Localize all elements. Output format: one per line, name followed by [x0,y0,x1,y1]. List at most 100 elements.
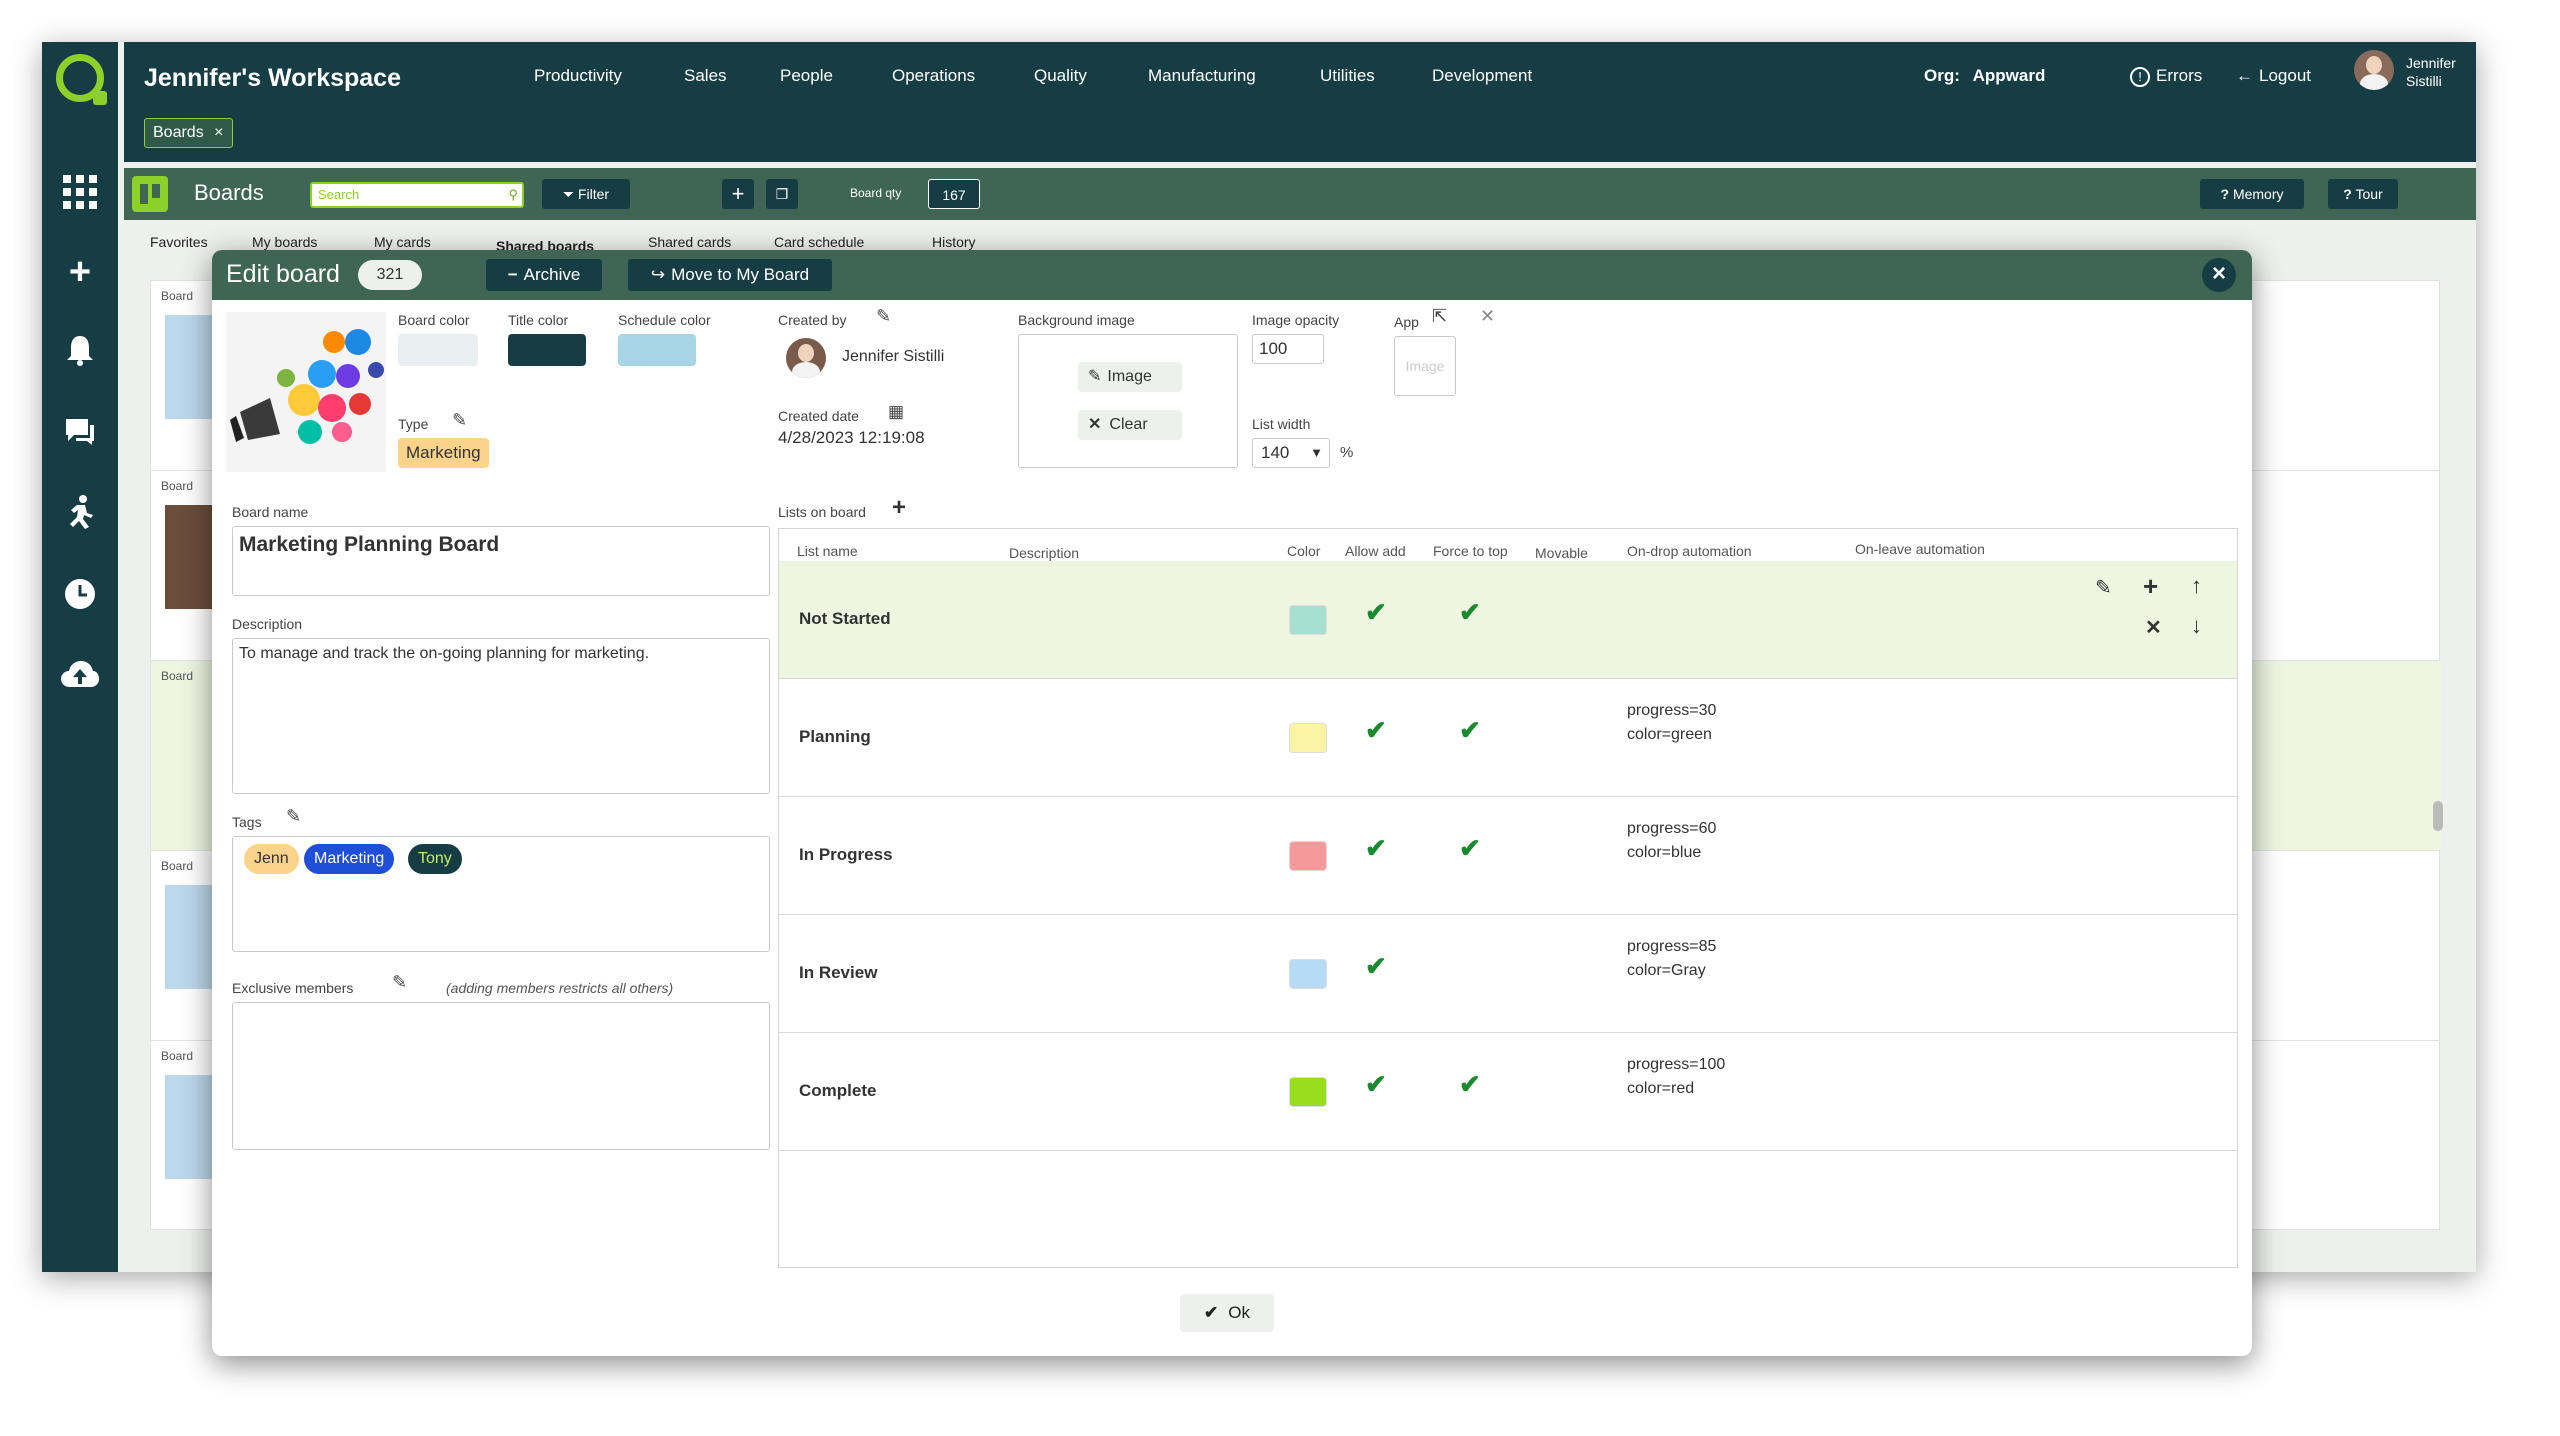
search-placeholder: Search [318,187,360,202]
user-name[interactable]: Jennifer Sistilli [2406,54,2456,90]
tab-my-cards[interactable]: My cards [374,234,431,250]
apps-grid-icon[interactable] [60,172,100,212]
errors-link[interactable]: ! Errors [2130,66,2202,87]
search-input[interactable]: Search ⚲ [310,182,524,208]
clear-button[interactable]: ✕ Clear [1078,410,1182,440]
pencil-icon[interactable]: ✎ [392,972,407,993]
x-icon[interactable]: ✕ [1480,306,1495,327]
info-circle-icon: ! [2130,67,2150,87]
user-last-name: Sistilli [2406,73,2442,89]
pencil-icon[interactable]: ✎ [2095,575,2112,600]
tab-shared-cards[interactable]: Shared cards [648,234,731,250]
board-color-swatch[interactable] [398,334,478,366]
table-row[interactable]: In Progress ✔ ✔ progress=60 color=blue [779,797,2237,915]
move-to-my-board-button[interactable]: ↪ Move to My Board [628,259,832,291]
allow-add-check-icon[interactable]: ✔ [1365,833,1387,864]
boards-tab-chip[interactable]: Boards × [144,118,233,148]
bell-icon[interactable] [60,330,100,370]
user-avatar[interactable] [2354,50,2394,90]
add-board-button[interactable]: + [722,179,754,209]
tag-chip[interactable]: Marketing [304,844,395,874]
ok-button[interactable]: ✔ Ok [1180,1294,1274,1332]
menu-development[interactable]: Development [1432,66,1532,86]
tab-my-boards[interactable]: My boards [252,234,317,250]
list-name: Complete [799,1081,877,1100]
errors-label: Errors [2156,66,2203,85]
type-value[interactable]: Marketing [398,438,489,468]
list-color-swatch[interactable] [1289,723,1327,753]
tag-chip[interactable]: Jenn [244,844,299,874]
scrollbar-thumb[interactable] [2433,801,2443,831]
tab-card-schedule[interactable]: Card schedule [774,234,864,250]
arrow-up-icon[interactable]: ↑ [2191,573,2202,599]
memory-button[interactable]: ? Memory [2200,179,2304,209]
list-color-swatch[interactable] [1289,841,1327,871]
pencil-icon[interactable]: ✎ [452,410,467,431]
table-row[interactable]: In Review ✔ progress=85 color=Gray [779,915,2237,1033]
arrow-down-icon[interactable]: ↓ [2191,613,2202,639]
pencil-icon[interactable]: ✎ [286,806,301,827]
list-name: Not Started [799,609,891,628]
menu-manufacturing[interactable]: Manufacturing [1148,66,1256,86]
menu-operations[interactable]: Operations [892,66,975,86]
menu-productivity[interactable]: Productivity [534,66,622,86]
plus-icon[interactable]: + [60,251,100,293]
menu-people[interactable]: People [780,66,833,86]
description-textarea[interactable]: To manage and track the on-going plannin… [232,638,770,794]
running-person-icon[interactable] [60,492,100,532]
copy-board-button[interactable]: ❐ [766,179,798,209]
force-top-check-icon[interactable]: ✔ [1459,597,1481,628]
force-top-check-icon[interactable]: ✔ [1459,715,1481,746]
menu-utilities[interactable]: Utilities [1320,66,1375,86]
board-image[interactable] [226,312,386,472]
table-row[interactable]: Complete ✔ ✔ progress=100 color=red [779,1033,2237,1151]
list-width-select[interactable]: 140 ▼ [1252,438,1330,468]
clock-icon[interactable] [60,574,100,614]
image-button[interactable]: ✎ Image [1078,362,1182,392]
boards-title: Boards [194,180,264,205]
app-image-box[interactable]: Image [1394,336,1456,396]
archive-button[interactable]: − Archive [486,259,602,291]
allow-add-check-icon[interactable]: ✔ [1365,597,1387,628]
chat-icon[interactable] [60,412,100,452]
cloud-upload-icon[interactable] [60,654,100,694]
schedule-color-swatch[interactable] [618,334,696,366]
type-label: Type [398,416,429,432]
list-color-swatch[interactable] [1289,1077,1327,1107]
tag-chip[interactable]: Tony [408,844,462,874]
list-color-swatch[interactable] [1289,605,1327,635]
exclusive-members-box[interactable] [232,1002,770,1150]
menu-quality[interactable]: Quality [1034,66,1087,86]
percent-label: % [1340,444,1354,461]
appward-logo-icon[interactable] [56,54,107,105]
board-name-input[interactable]: Marketing Planning Board [232,526,770,596]
external-link-icon[interactable]: ⇱ [1432,306,1447,327]
allow-add-check-icon[interactable]: ✔ [1365,951,1387,982]
force-top-check-icon[interactable]: ✔ [1459,1069,1481,1100]
list-color-swatch[interactable] [1289,959,1327,989]
add-list-button[interactable]: + [892,494,906,522]
allow-add-check-icon[interactable]: ✔ [1365,715,1387,746]
tab-favorites[interactable]: Favorites [150,234,208,250]
title-color-swatch[interactable] [508,334,586,366]
calendar-icon[interactable]: ▦ [888,402,904,422]
close-icon[interactable]: × [214,124,223,141]
tab-history[interactable]: History [932,234,976,250]
pencil-icon[interactable]: ✎ [876,306,891,327]
table-row[interactable]: Planning ✔ ✔ progress=30 color=green [779,679,2237,797]
allow-add-check-icon[interactable]: ✔ [1365,1069,1387,1100]
tour-button[interactable]: ? Tour [2328,179,2398,209]
filter-button[interactable]: ⏷ Filter [542,179,630,209]
force-top-check-icon[interactable]: ✔ [1459,833,1481,864]
menu-sales[interactable]: Sales [684,66,727,86]
delete-x-icon[interactable]: ✕ [2145,615,2162,640]
table-row[interactable]: Not Started ✔ ✔ ✎ + ↑ ✕ ↓ [779,561,2237,679]
edit-board-modal: Edit board 321 − Archive ↪ Move to My Boar… [212,250,2252,1356]
boards-app-icon [132,176,168,212]
pencil-icon: ✎ [1088,368,1102,385]
logout-link[interactable]: ← Logout [2236,66,2311,86]
modal-title: Edit board [226,260,340,288]
close-icon[interactable]: × [2202,258,2236,292]
image-opacity-input[interactable]: 100 [1252,334,1324,364]
plus-icon[interactable]: + [2143,571,2158,602]
